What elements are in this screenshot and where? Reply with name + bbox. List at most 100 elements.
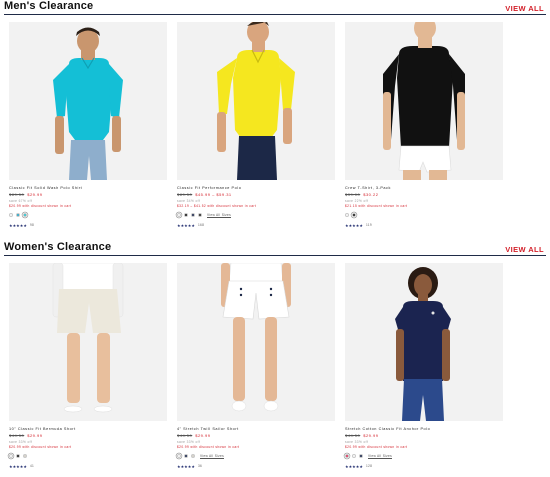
view-all-sizes-link[interactable]: View All Sizes [200,454,224,458]
color-swatches [345,212,356,218]
color-swatch[interactable] [9,213,13,217]
product-card[interactable]: Classic Fit Solid Wash Polo Shirt $89.50… [9,22,167,237]
promo-price-text: $32.19 – $41.52 with discount shown in c… [177,204,257,208]
review-count: 98 [29,223,35,227]
section-title: Men's Clearance [4,0,94,12]
view-all-sizes-link[interactable]: View All Sizes [207,213,231,217]
color-swatch[interactable] [177,213,181,217]
sale-price: $29.99 [27,192,43,197]
product-name[interactable]: Stretch Cotton Classic Fit Anchor Polo [345,427,503,431]
original-price: $89.50 [9,192,25,197]
color-swatch[interactable] [16,454,20,458]
sale-price: $29.99 [27,433,43,438]
product-image[interactable] [177,22,335,180]
review-count: 41 [29,464,35,468]
color-swatch[interactable] [345,213,349,217]
color-swatches [9,212,27,218]
savings-text: save 34% off [177,199,201,203]
price-line: $44.50 $29.99 [177,433,210,438]
product-image[interactable] [345,263,503,421]
product-card[interactable]: Crew T-Shirt, 3-Pack $39.00 $30.22 save 2… [345,22,503,237]
star-rating-icon: ★★★★★ [177,222,195,228]
womens-clearance-section: Women's Clearance VIEW ALL 10" Classic F… [0,241,550,469]
color-swatch[interactable] [345,454,349,458]
star-rating-icon: ★★★★★ [345,222,363,228]
sale-price: $29.99 [363,433,379,438]
original-price: $89.50 [177,192,193,197]
color-swatch[interactable] [16,213,20,217]
price-line: $89.50 $29.99 [9,192,42,197]
review-count: 128 [365,464,373,468]
savings-text: save 22% off [345,199,369,203]
product-image[interactable] [177,263,335,421]
promo-price-text: $20.99 with discount shown in cart [9,445,72,449]
color-swatch[interactable] [352,454,356,458]
color-swatch[interactable] [359,454,363,458]
original-price: $39.00 [345,192,361,197]
product-card[interactable]: 4" Stretch Twill Sailor Short $44.50 $29.… [177,263,335,477]
star-rating-icon: ★★★★★ [177,463,195,469]
view-all-sizes-link[interactable]: View All Sizes [368,454,392,458]
color-swatch[interactable] [198,213,202,217]
section-divider [4,255,546,256]
rating: ★★★★★ 168 [177,222,204,228]
product-image[interactable] [9,22,167,180]
rating: ★★★★★ 98 [9,222,34,228]
color-swatch[interactable] [177,454,181,458]
review-count: 168 [197,223,205,227]
product-card[interactable]: Stretch Cotton Classic Fit Anchor Polo $… [345,263,503,477]
savings-text: save 33% off [177,440,201,444]
product-name[interactable]: 10" Classic Fit Bermuda Short [9,427,167,431]
price-line: $44.50 $29.99 [9,433,42,438]
price-line: $89.50 $45.99 – $59.31 [177,192,232,197]
color-swatch[interactable] [184,454,188,458]
product-image[interactable] [345,22,503,180]
color-swatch[interactable] [9,454,13,458]
review-count: 36 [197,464,203,468]
product-name[interactable]: 4" Stretch Twill Sailor Short [177,427,335,431]
rating: ★★★★★ 36 [177,463,202,469]
sale-price: $45.99 – $59.31 [195,192,232,197]
savings-text: save 33% off [345,440,369,444]
price-line: $44.50 $29.99 [345,433,378,438]
color-swatches [9,453,27,459]
product-card[interactable]: 10" Classic Fit Bermuda Short $44.50 $29.… [9,263,167,477]
star-rating-icon: ★★★★★ [345,463,363,469]
sale-price: $30.22 [363,192,379,197]
color-swatch[interactable] [23,213,27,217]
color-swatch[interactable] [191,213,195,217]
savings-text: save 33% off [9,440,33,444]
original-price: $44.50 [345,433,361,438]
color-swatches: View All Sizes [177,212,231,218]
product-image[interactable] [9,263,167,421]
section-header: Women's Clearance VIEW ALL [0,241,550,257]
rating: ★★★★★ 128 [345,463,372,469]
product-card[interactable]: Classic Fit Performance Polo $89.50 $45.9… [177,22,335,237]
original-price: $44.50 [9,433,25,438]
color-swatch[interactable] [23,454,27,458]
product-name[interactable]: Classic Fit Performance Polo [177,186,335,190]
section-header: Men's Clearance VIEW ALL [0,0,550,16]
star-rating-icon: ★★★★★ [9,222,27,228]
savings-text: save 67% off [9,199,33,203]
product-name[interactable]: Classic Fit Solid Wash Polo Shirt [9,186,167,190]
color-swatch[interactable] [184,213,188,217]
star-rating-icon: ★★★★★ [9,463,27,469]
price-line: $39.00 $30.22 [345,192,378,197]
review-count: 119 [365,223,372,227]
product-name[interactable]: Crew T-Shirt, 3-Pack [345,186,503,190]
view-all-link[interactable]: VIEW ALL [505,245,544,254]
color-swatch[interactable] [191,454,195,458]
rating: ★★★★★ 41 [9,463,34,469]
mens-clearance-section: Men's Clearance VIEW ALL Classic Fit Sol… [0,0,550,228]
promo-price-text: $20.99 with discount shown in cart [9,204,72,208]
promo-price-text: $20.99 with discount shown in cart [177,445,240,449]
rating: ★★★★★ 119 [345,222,372,228]
sale-price: $29.99 [195,433,211,438]
section-title: Women's Clearance [4,241,112,253]
color-swatch[interactable] [352,213,356,217]
promo-price-text: $20.99 with discount shown in cart [345,445,408,449]
view-all-link[interactable]: VIEW ALL [505,4,544,13]
color-swatches: View All Sizes [177,453,224,459]
section-divider [4,14,546,15]
